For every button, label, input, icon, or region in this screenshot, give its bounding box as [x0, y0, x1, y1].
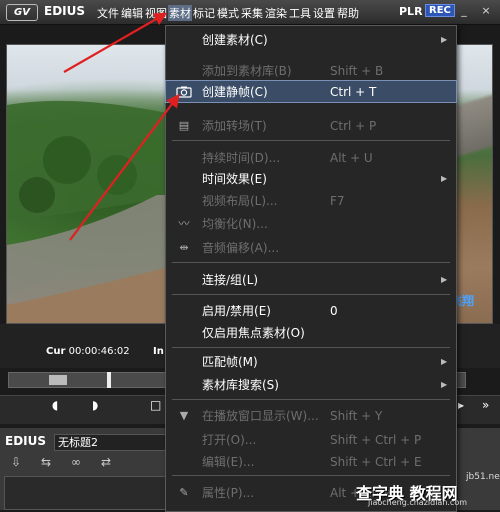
menu-item-enable-disable[interactable]: 启用/禁用(E) 0 — [166, 300, 456, 322]
waveform-icon: 〰 — [178, 217, 190, 230]
next-icon[interactable]: ▸ — [458, 398, 464, 412]
camera-icon — [176, 86, 192, 98]
menu-separator — [172, 475, 450, 476]
menu-view[interactable]: 视图 — [144, 5, 168, 21]
menu-marker[interactable]: 标记 — [192, 5, 216, 21]
app-name: EDIUS — [44, 4, 86, 18]
menu-mode[interactable]: 模式 — [216, 5, 240, 21]
menu-item-open[interactable]: 打开(O)... Shift + Ctrl + P — [166, 429, 456, 451]
player-icon: ▼ — [179, 409, 189, 422]
expand-icon[interactable]: » — [482, 398, 489, 412]
submenu-arrow-icon: ▶ — [441, 357, 448, 366]
menu-edit[interactable]: 编辑 — [120, 5, 144, 21]
menu-item-normalize[interactable]: 〰 均衡化(N)... — [166, 213, 456, 235]
menu-item-enable-focus-only[interactable]: 仅启用焦点素材(O) — [166, 322, 456, 344]
menu-separator — [172, 399, 450, 400]
timeline-toolbar: ⇩ ⇆ ∞ ⇄ — [5, 455, 117, 469]
menu-settings[interactable]: 设置 — [312, 5, 336, 21]
plr-mode-button[interactable]: PLR — [399, 5, 423, 18]
minimize-icon[interactable]: _ — [458, 5, 470, 17]
submenu-arrow-icon: ▶ — [441, 380, 448, 389]
watermark-short: jb51.net — [466, 472, 500, 482]
menu-clip[interactable]: 素材 — [168, 5, 192, 21]
menu-item-add-transition[interactable]: ▤ 添加转场(T) Ctrl + P — [166, 115, 456, 137]
menu-item-bin-search[interactable]: 素材库搜索(S) ▶ — [166, 374, 456, 396]
title-bar: GV EDIUS 文件 编辑 视图 素材 标记 模式 采集 渲染 工具 设置 帮… — [0, 0, 500, 25]
transition-icon: ▤ — [178, 119, 190, 132]
menu-item-link-group[interactable]: 连接/组(L) ▶ — [166, 269, 456, 291]
menu-item-match-frame[interactable]: 匹配帧(M) ▶ — [166, 351, 456, 373]
menu-file[interactable]: 文件 — [96, 5, 120, 21]
timeline-app-name: EDIUS — [5, 434, 47, 448]
menu-help[interactable]: 帮助 — [336, 5, 360, 21]
menu-item-create-clip[interactable]: 创建素材(C) ▶ — [166, 29, 456, 51]
menu-separator — [172, 262, 450, 263]
loop-icon[interactable]: ∞ — [65, 455, 87, 469]
stop-icon[interactable]: □ — [150, 398, 161, 412]
menu-item-add-to-bin[interactable]: 添加到素材库(B) Shift + B — [166, 60, 456, 82]
watermark-url: jiaocheng.chazidian.com — [368, 498, 468, 507]
current-timecode: Cur 00:00:46:02 — [46, 346, 130, 357]
menu-item-video-layout[interactable]: 视频布局(L)... F7 — [166, 190, 456, 212]
link-icon[interactable]: ⇆ — [35, 455, 57, 469]
submenu-arrow-icon: ▶ — [441, 275, 448, 284]
context-menu: 创建素材(C) ▶ 添加到素材库(B) Shift + B 创建静帧(C) Ct… — [165, 25, 457, 512]
mark-out-icon[interactable]: ◗ — [92, 398, 98, 412]
new-sequence-icon[interactable]: ⇩ — [5, 455, 27, 469]
properties-icon: ✎ — [179, 486, 189, 499]
mark-in-icon[interactable]: ◖ — [52, 398, 58, 412]
menu-render[interactable]: 渲染 — [264, 5, 288, 21]
menu-bar: 文件 编辑 视图 素材 标记 模式 采集 渲染 工具 设置 帮助 — [96, 5, 360, 21]
cur-time: 00:00:46:02 — [68, 346, 130, 357]
submenu-arrow-icon: ▶ — [441, 174, 448, 183]
track-header[interactable] — [4, 476, 166, 510]
submenu-arrow-icon: ▶ — [441, 35, 448, 44]
menu-separator — [172, 347, 450, 348]
menu-item-edit[interactable]: 编辑(E)... Shift + Ctrl + E — [166, 451, 456, 473]
slider-thumb[interactable] — [49, 375, 67, 385]
close-icon[interactable]: × — [480, 5, 492, 17]
menu-item-duration[interactable]: 持续时间(D)... Alt + U — [166, 147, 456, 169]
menu-separator — [172, 140, 450, 141]
menu-item-show-in-player[interactable]: ▼ 在播放窗口显示(W)... Shift + Y — [166, 405, 456, 427]
menu-tools[interactable]: 工具 — [288, 5, 312, 21]
playhead[interactable] — [107, 372, 111, 388]
cur-label: Cur — [46, 346, 66, 357]
menu-item-audio-offset[interactable]: ⇹ 音频偏移(A)... — [166, 237, 456, 259]
menu-item-time-effect[interactable]: 时间效果(E) ▶ — [166, 168, 456, 190]
rec-mode-button[interactable]: REC — [425, 4, 455, 17]
in-label: In — [153, 346, 164, 357]
menu-capture[interactable]: 采集 — [240, 5, 264, 21]
menu-separator — [172, 294, 450, 295]
app-logo: GV — [6, 4, 38, 21]
audio-offset-icon: ⇹ — [179, 241, 189, 254]
replace-icon[interactable]: ⇄ — [95, 455, 117, 469]
site-watermark: 查字典 教程网 jb51.net jiaocheng.chazidian.com — [356, 472, 500, 508]
menu-item-create-still[interactable]: 创建静帧(C) Ctrl + T — [165, 80, 457, 103]
project-name-field[interactable]: 无标题2 — [54, 434, 167, 451]
